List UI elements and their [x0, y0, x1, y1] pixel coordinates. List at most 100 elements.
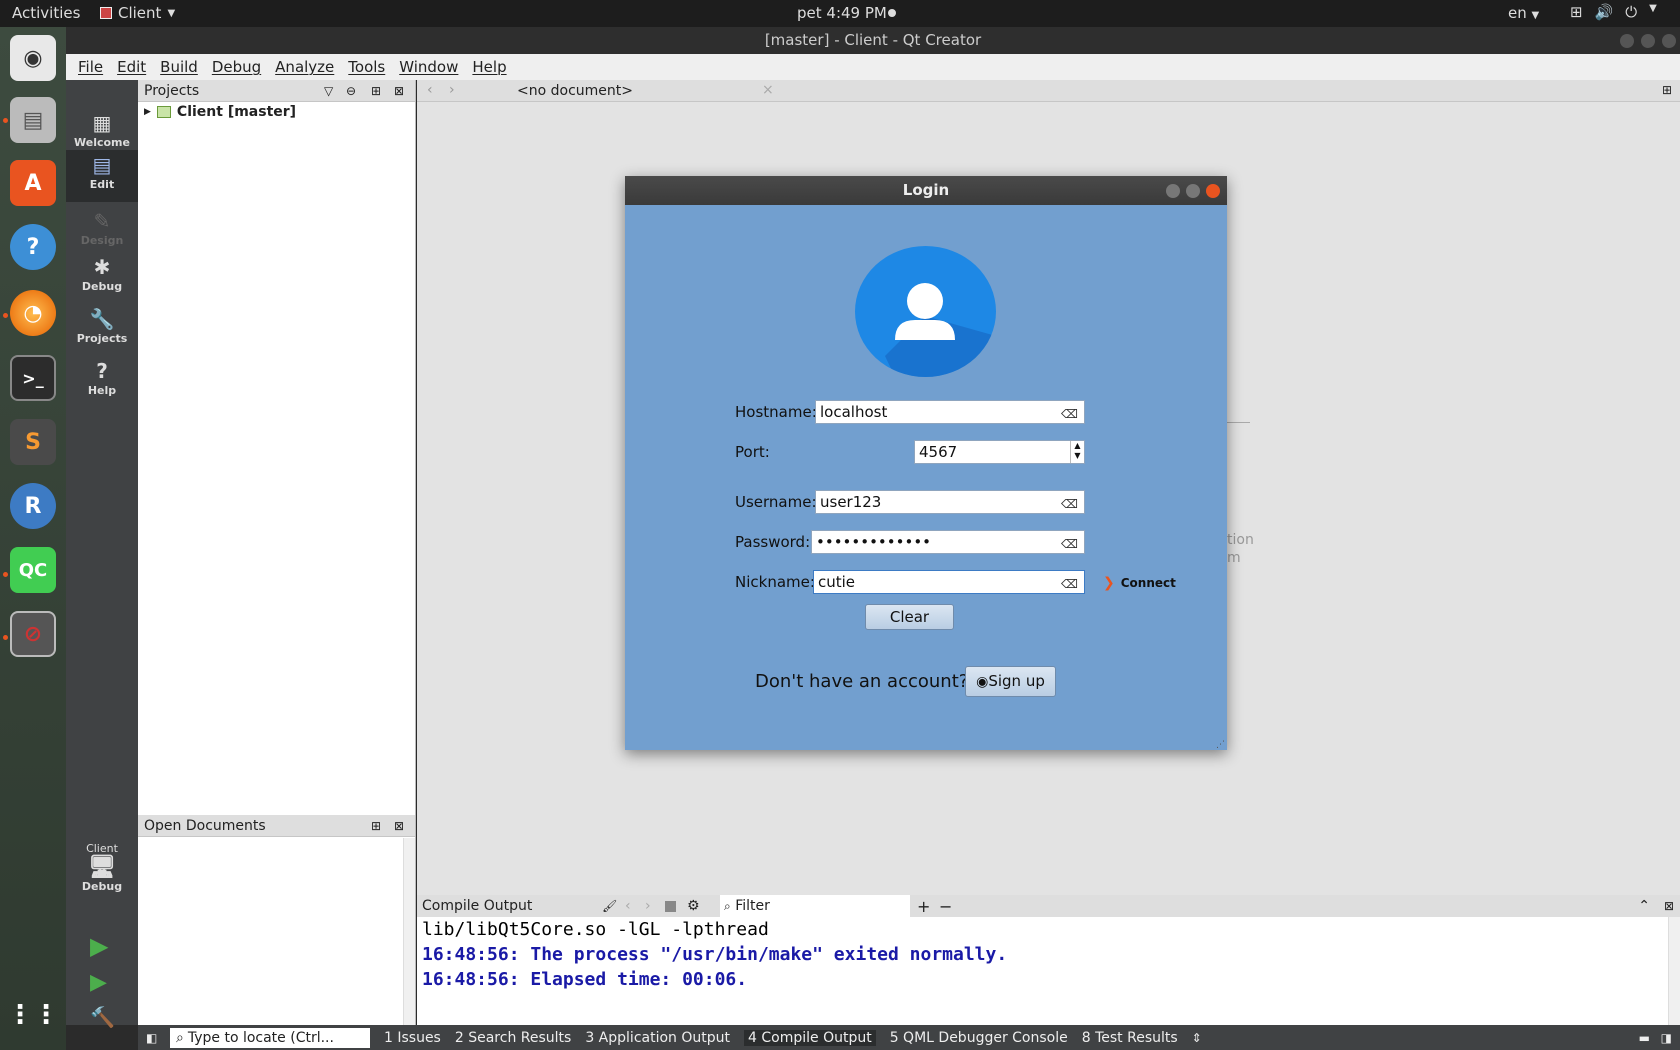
mode-edit[interactable]: ▤ Edit: [66, 150, 138, 202]
remove-icon[interactable]: −: [939, 897, 952, 916]
run-icon[interactable]: ▶: [90, 932, 108, 960]
debug-run-icon[interactable]: ▶: [90, 970, 107, 995]
output-text: lib/libQt5Core.so -lGL -lpthread 16:48:5…: [417, 917, 1680, 992]
link-icon[interactable]: ⊖: [346, 84, 356, 98]
menu-help[interactable]: Help: [472, 58, 506, 76]
clear-input-icon[interactable]: ⌫: [1061, 493, 1078, 515]
client-app-icon[interactable]: ⊘: [10, 611, 56, 657]
gear-icon[interactable]: ⚙: [687, 898, 700, 914]
qt-creator-icon[interactable]: QC: [10, 547, 56, 593]
document-selector[interactable]: <no document>: [517, 83, 633, 99]
toggle-sidebar-icon[interactable]: ◧: [146, 1031, 157, 1045]
stop-icon[interactable]: [665, 900, 676, 912]
clear-input-icon[interactable]: ⌫: [1061, 403, 1078, 425]
tab-test-results[interactable]: 8 Test Results: [1082, 1030, 1178, 1046]
username-input[interactable]: user123 ⌫: [815, 490, 1085, 514]
tab-search-results[interactable]: 2 Search Results: [455, 1030, 571, 1046]
files-icon[interactable]: ▤: [10, 97, 56, 143]
forward-icon[interactable]: ›: [645, 898, 651, 914]
scrollbar[interactable]: [403, 838, 415, 1025]
open-documents-panel: Open Documents ⊞ ⊠: [138, 815, 416, 1025]
clear-button[interactable]: Clear: [865, 604, 954, 630]
maximize-icon[interactable]: [1186, 184, 1200, 198]
mode-debug[interactable]: ✱ Debug: [66, 252, 138, 302]
close-document-icon[interactable]: ×: [762, 82, 774, 98]
minimize-icon[interactable]: [1166, 184, 1180, 198]
menu-analyze[interactable]: Analyze: [275, 58, 334, 76]
nickname-input[interactable]: cutie ⌫: [813, 570, 1085, 594]
menu-edit[interactable]: Edit: [117, 58, 146, 76]
tab-qml-debugger-console[interactable]: 5 QML Debugger Console: [890, 1030, 1068, 1046]
build-hammer-icon[interactable]: 🔨: [90, 1005, 115, 1029]
filter-icon[interactable]: ▽: [324, 84, 333, 98]
r-icon[interactable]: R: [10, 483, 56, 529]
rhythmbox-icon[interactable]: ◉: [10, 35, 56, 81]
mode-design[interactable]: ✎ Design: [66, 206, 138, 256]
expand-arrow-icon[interactable]: ▶: [144, 107, 151, 117]
scrollbar[interactable]: [1668, 917, 1680, 1025]
split-icon[interactable]: ⊞: [371, 819, 381, 833]
more-tabs-icon[interactable]: ⇕: [1192, 1031, 1202, 1045]
tab-issues[interactable]: 1 Issues: [384, 1030, 441, 1046]
dialog-titlebar: Login: [625, 176, 1227, 205]
terminal-icon[interactable]: >_: [10, 355, 56, 401]
mode-projects[interactable]: 🔧 Projects: [66, 304, 138, 354]
hostname-input[interactable]: localhost ⌫: [815, 400, 1085, 424]
show-applications-icon[interactable]: ⋮⋮: [7, 992, 59, 1038]
port-spinbox[interactable]: 4567 ▲ ▼: [914, 440, 1085, 464]
kit-selector[interactable]: Client 🖥 Debug: [66, 842, 138, 912]
add-icon[interactable]: +: [917, 897, 930, 916]
editor-toolbar: ‹ › <no document> × ⊞: [417, 80, 1680, 102]
app-menu[interactable]: Client ▼: [100, 4, 175, 22]
sublime-text-icon[interactable]: S: [10, 419, 56, 465]
filter-input[interactable]: ⌕ Filter: [720, 895, 910, 917]
login-dialog: Login Hostname: localhost ⌫ Port: 4567 ▲ ▼…: [625, 176, 1227, 750]
spinner-arrows-icon[interactable]: ▲ ▼: [1070, 441, 1084, 463]
menu-tools[interactable]: Tools: [348, 58, 385, 76]
window-titlebar: [master] - Client - Qt Creator: [66, 27, 1680, 54]
close-panel-icon[interactable]: ⊠: [394, 84, 404, 98]
toggle-output-icon[interactable]: ◨: [1661, 1031, 1672, 1045]
back-icon[interactable]: ‹: [625, 898, 631, 914]
close-icon[interactable]: [1206, 184, 1220, 198]
close-panel-icon[interactable]: ⊠: [1664, 899, 1674, 913]
password-input[interactable]: ••••••••••••• ⌫: [811, 530, 1085, 554]
menu-bar: File Edit Build Debug Analyze Tools Wind…: [66, 54, 1680, 80]
clock[interactable]: pet 4:49 PM: [797, 4, 887, 22]
menu-file[interactable]: File: [78, 58, 103, 76]
tab-compile-output[interactable]: 4 Compile Output: [744, 1029, 876, 1046]
menu-window[interactable]: Window: [399, 58, 458, 76]
firefox-icon[interactable]: ◔: [10, 290, 56, 336]
clean-icon[interactable]: 🖌: [602, 899, 617, 913]
activities-button[interactable]: Activities: [12, 4, 80, 22]
maximize-pane-icon[interactable]: ⌃: [1638, 898, 1650, 914]
tab-application-output[interactable]: 3 Application Output: [585, 1030, 730, 1046]
split-icon[interactable]: ⊞: [1662, 83, 1672, 97]
system-tray[interactable]: ⊞ 🔊 ⏻ ▼: [1570, 3, 1657, 21]
chevron-down-icon: ▼: [1649, 3, 1657, 14]
progress-icon[interactable]: ▬: [1639, 1031, 1650, 1045]
split-icon[interactable]: ⊞: [371, 84, 381, 98]
forward-icon[interactable]: ›: [449, 82, 455, 98]
help-app-icon[interactable]: ?: [10, 224, 56, 270]
mode-help[interactable]: ? Help: [66, 356, 138, 406]
language-indicator[interactable]: en ▼: [1508, 4, 1539, 22]
projects-title[interactable]: Projects: [144, 83, 199, 99]
signup-label: Sign up: [988, 672, 1045, 690]
project-tree-item[interactable]: ▶ Client [master]: [138, 102, 415, 120]
close-panel-icon[interactable]: ⊠: [394, 819, 404, 833]
menu-debug[interactable]: Debug: [212, 58, 261, 76]
back-icon[interactable]: ‹: [427, 82, 433, 98]
minimize-icon[interactable]: [1620, 34, 1634, 48]
open-documents-title[interactable]: Open Documents: [144, 818, 266, 834]
close-icon[interactable]: [1662, 34, 1676, 48]
signup-button[interactable]: ◉Sign up: [965, 666, 1056, 697]
maximize-icon[interactable]: [1641, 34, 1655, 48]
locator-input[interactable]: ⌕ Type to locate (Ctrl...: [170, 1027, 370, 1048]
clear-input-icon[interactable]: ⌫: [1061, 573, 1078, 595]
resize-grip-icon[interactable]: ⋰: [1216, 740, 1225, 750]
connect-button[interactable]: ❯ Connect: [1103, 575, 1176, 591]
clear-input-icon[interactable]: ⌫: [1061, 533, 1078, 555]
software-center-icon[interactable]: A: [10, 160, 56, 206]
menu-build[interactable]: Build: [160, 58, 198, 76]
